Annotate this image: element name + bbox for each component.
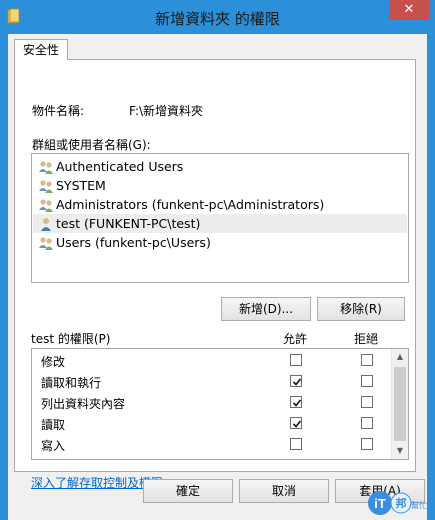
window-frame: 新增資料夾 的權限 ✕ 安全性 物件名稱: F:\新增資料夾 群組或使用者名稱(… [0, 0, 435, 520]
allow-column-header: 允許 [283, 332, 308, 346]
deny-column-header: 拒絕 [354, 332, 379, 346]
deny-checkbox[interactable] [361, 396, 373, 408]
ithome-watermark-logo: iT 邦 幫忙 [368, 491, 427, 515]
object-name-value: F:\新增資料夾 [129, 104, 204, 118]
dialog-client-area: 安全性 物件名稱: F:\新增資料夾 群組或使用者名稱(G): Authenti… [8, 34, 427, 520]
user-name: Authenticated Users [56, 159, 184, 174]
user-list[interactable]: Authenticated Users SYSTEM Administrator… [31, 153, 409, 283]
permission-row-write: 寫入 [32, 434, 392, 455]
ok-button[interactable]: 確定 [143, 479, 233, 503]
svg-text:iT: iT [374, 496, 386, 511]
allow-checkbox[interactable] [290, 438, 302, 450]
cancel-button[interactable]: 取消 [239, 479, 329, 503]
list-item-test[interactable]: test (FUNKENT-PC\test) [33, 214, 407, 233]
permission-name: 寫入 [41, 439, 66, 453]
group-list-label: 群組或使用者名稱(G): [32, 138, 151, 152]
deny-checkbox[interactable] [361, 417, 373, 429]
scroll-up-arrow-icon[interactable]: ▲ [392, 349, 408, 365]
scroll-thumb[interactable] [394, 367, 406, 441]
permissions-list[interactable]: 修改 讀取和執行 列出資料夾內容 讀取 寫入 ▲ ▼ [31, 348, 409, 460]
list-item-system[interactable]: SYSTEM [33, 176, 407, 195]
scroll-down-arrow-icon[interactable]: ▼ [392, 443, 408, 459]
svg-text:幫忙: 幫忙 [411, 500, 427, 510]
object-name-label: 物件名稱: [32, 104, 85, 118]
tab-security[interactable]: 安全性 [14, 39, 69, 60]
list-item-authenticated-users[interactable]: Authenticated Users [33, 157, 407, 176]
add-button[interactable]: 新增(D)... [221, 297, 311, 321]
permission-name: 讀取 [41, 418, 66, 432]
user-name: Administrators (funkent-pc\Administrator… [56, 197, 325, 212]
allow-checkbox[interactable] [290, 375, 302, 387]
permission-name: 修改 [41, 355, 66, 369]
permission-name: 讀取和執行 [41, 376, 102, 390]
group-users-icon [39, 237, 53, 250]
window-title: 新增資料夾 的權限 [155, 10, 280, 28]
group-users-icon [39, 161, 53, 174]
checkmark-icon [292, 378, 302, 386]
permissions-scrollbar[interactable]: ▲ ▼ [391, 349, 408, 459]
single-user-icon [41, 218, 51, 231]
group-users-icon [39, 180, 53, 193]
permission-name: 列出資料夾內容 [41, 397, 126, 411]
checkmark-icon [292, 399, 302, 407]
list-item-users[interactable]: Users (funkent-pc\Users) [33, 233, 407, 252]
deny-checkbox[interactable] [361, 354, 373, 366]
allow-checkbox[interactable] [290, 417, 302, 429]
security-panel: 物件名稱: F:\新增資料夾 群組或使用者名稱(G): Authenticate… [14, 59, 416, 490]
deny-checkbox[interactable] [361, 375, 373, 387]
allow-checkbox[interactable] [290, 396, 302, 408]
title-bar[interactable]: 新增資料夾 的權限 ✕ [0, 0, 435, 34]
group-users-icon [39, 199, 53, 212]
user-name: Users (funkent-pc\Users) [56, 235, 211, 250]
close-icon: ✕ [403, 2, 415, 17]
allow-checkbox[interactable] [290, 354, 302, 366]
user-name: SYSTEM [56, 178, 106, 193]
permission-row-list-folder: 列出資料夾內容 [32, 392, 392, 413]
remove-button[interactable]: 移除(R) [317, 297, 405, 321]
permission-row-read-execute: 讀取和執行 [32, 371, 392, 392]
tab-label: 安全性 [23, 43, 60, 57]
permissions-label: test 的權限(P) [31, 332, 111, 346]
checkmark-icon [292, 420, 302, 428]
deny-checkbox[interactable] [361, 438, 373, 450]
list-item-administrators[interactable]: Administrators (funkent-pc\Administrator… [33, 195, 407, 214]
permission-row-modify: 修改 [32, 350, 392, 371]
user-name: test (FUNKENT-PC\test) [56, 216, 201, 231]
svg-text:邦: 邦 [396, 496, 407, 510]
permission-row-read: 讀取 [32, 413, 392, 434]
close-button[interactable]: ✕ [389, 0, 429, 20]
